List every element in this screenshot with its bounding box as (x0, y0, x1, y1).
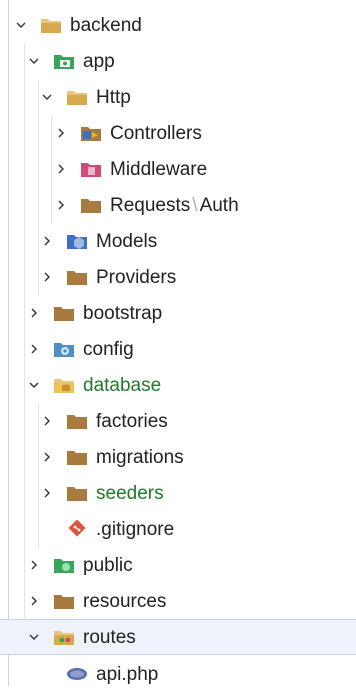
tree-item-label: routes (83, 626, 136, 648)
public-folder-icon (53, 556, 75, 574)
tree-item-label: Models (96, 230, 158, 252)
tree-item-database[interactable]: database (0, 367, 356, 403)
tree-item-label: config (83, 338, 134, 360)
tree-item-routes[interactable]: routes (0, 619, 356, 655)
chevron-down-icon[interactable] (25, 376, 43, 394)
chevron-right-icon[interactable] (38, 448, 56, 466)
tree-item-label: public (83, 554, 133, 576)
tree-item-label: bootstrap (83, 302, 163, 324)
chevron-right-icon[interactable] (25, 304, 43, 322)
tree-item-api-php[interactable]: api.php (0, 656, 356, 692)
chevron-right-icon[interactable] (25, 592, 43, 610)
tree-item-http[interactable]: Http (0, 79, 356, 115)
chevron-down-icon[interactable] (25, 628, 43, 646)
php-file-icon (66, 665, 88, 683)
chevron-right-icon[interactable] (38, 232, 56, 250)
path-separator: \ (192, 194, 198, 216)
tree-item-controllers[interactable]: Controllers (0, 115, 356, 151)
folder-icon (66, 484, 88, 502)
folder-icon (53, 592, 75, 610)
tree-item-label: resources (83, 590, 167, 612)
folder-icon (53, 304, 75, 322)
tree-item-app[interactable]: app (0, 43, 356, 79)
tree-item-seeders[interactable]: seeders (0, 475, 356, 511)
tree-item-label: database (83, 374, 162, 396)
tree-item-providers[interactable]: Providers (0, 259, 356, 295)
tree-item-label: .gitignore (96, 518, 175, 540)
chevron-down-icon[interactable] (38, 88, 56, 106)
tree-item-label: Middleware (110, 158, 208, 180)
chevron-right-icon[interactable] (38, 268, 56, 286)
models-folder-icon (66, 232, 88, 250)
chevron-right-icon[interactable] (38, 484, 56, 502)
chevron-down-icon[interactable] (25, 52, 43, 70)
folder-icon (66, 412, 88, 430)
tree-item-middleware[interactable]: Middleware (0, 151, 356, 187)
tree-item-migrations[interactable]: migrations (0, 439, 356, 475)
tree-item-gitignore[interactable]: .gitignore (0, 511, 356, 547)
chevron-right-icon[interactable] (52, 160, 70, 178)
tree-item-models[interactable]: Models (0, 223, 356, 259)
tree-item-label: backend (70, 14, 142, 36)
tree-item-label: migrations (96, 446, 184, 468)
tree-item-label: api.php (96, 663, 159, 685)
chevron-down-icon[interactable] (12, 16, 30, 34)
tree-item-label: Auth (199, 194, 239, 216)
folder-icon (66, 268, 88, 286)
tree-item-label: Http (96, 86, 131, 108)
folder-icon (66, 448, 88, 466)
tree-item-label: seeders (96, 482, 164, 504)
tree-item-label: app (83, 50, 115, 72)
tree-item-label: Controllers (110, 122, 202, 144)
tree-item-factories[interactable]: factories (0, 403, 356, 439)
app-folder-icon (53, 52, 75, 70)
routes-folder-icon (53, 628, 75, 646)
git-icon (66, 520, 88, 538)
folder-open-icon (40, 16, 62, 34)
tree-item-requests-auth[interactable]: Requests \ Auth (0, 187, 356, 223)
file-explorer-tree: backend app Http Controllers Middleware … (0, 0, 356, 686)
chevron-right-icon[interactable] (25, 556, 43, 574)
tree-item-label: factories (96, 410, 168, 432)
tree-item-public[interactable]: public (0, 547, 356, 583)
tree-item-config[interactable]: config (0, 331, 356, 367)
folder-open-icon (66, 88, 88, 106)
folder-icon (80, 196, 102, 214)
config-folder-icon (53, 340, 75, 358)
tree-item-label: Requests (110, 194, 191, 216)
controllers-folder-icon (80, 124, 102, 142)
chevron-right-icon[interactable] (25, 340, 43, 358)
database-folder-icon (53, 376, 75, 394)
chevron-right-icon[interactable] (38, 412, 56, 430)
tree-item-backend[interactable]: backend (0, 7, 356, 43)
chevron-right-icon[interactable] (52, 124, 70, 142)
tree-item-bootstrap[interactable]: bootstrap (0, 295, 356, 331)
chevron-right-icon[interactable] (52, 196, 70, 214)
tree-item-resources[interactable]: resources (0, 583, 356, 619)
tree-item-label: Providers (96, 266, 177, 288)
middleware-folder-icon (80, 160, 102, 178)
